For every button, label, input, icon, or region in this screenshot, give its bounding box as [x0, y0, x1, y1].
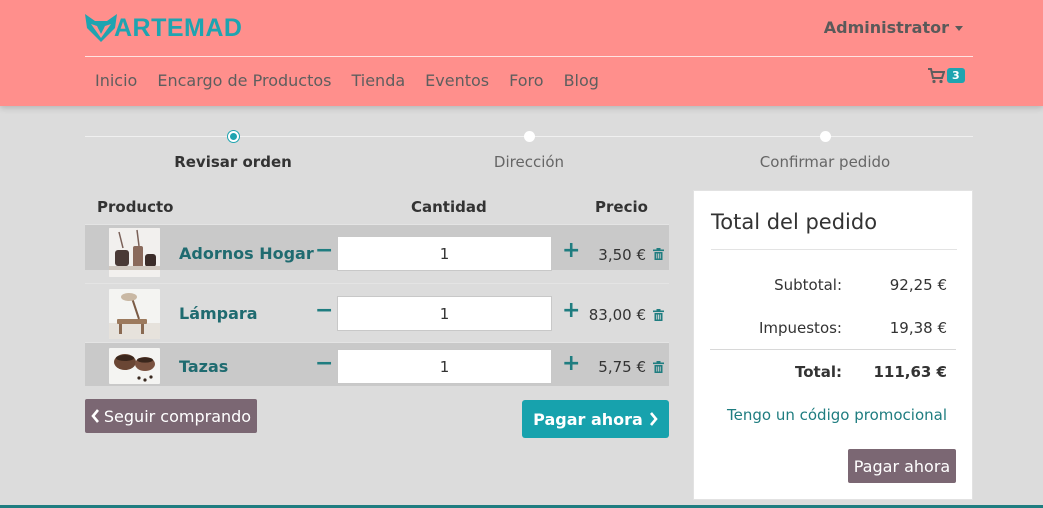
- quantity-input[interactable]: [337, 236, 552, 271]
- summary-pay-now-button[interactable]: Pagar ahora: [848, 449, 956, 483]
- product-thumbnail[interactable]: [109, 228, 160, 277]
- site-header: ARTEMAD Administrator Inicio Encargo de …: [0, 0, 1043, 106]
- product-price: 3,50 €: [598, 246, 646, 264]
- fox-logo-icon: [85, 14, 117, 42]
- continue-shopping-button[interactable]: Seguir comprando: [85, 399, 257, 433]
- chevron-left-icon: [91, 409, 99, 423]
- column-header-quantity: Cantidad: [411, 198, 487, 216]
- trash-icon[interactable]: [653, 361, 664, 373]
- nav-item-eventos[interactable]: Eventos: [415, 71, 499, 90]
- nav-item-tienda[interactable]: Tienda: [341, 71, 415, 90]
- step-dot-address: [524, 131, 535, 142]
- column-header-product: Producto: [97, 198, 174, 216]
- product-thumbnail[interactable]: [109, 348, 160, 384]
- increase-quantity-icon[interactable]: +: [562, 353, 580, 375]
- step-dot-confirm: [820, 131, 831, 142]
- trash-icon[interactable]: [653, 309, 664, 321]
- user-menu[interactable]: Administrator: [824, 18, 963, 37]
- user-name: Administrator: [823, 18, 949, 37]
- chevron-right-icon: [649, 412, 658, 426]
- cart-count-badge: 3: [947, 68, 965, 83]
- product-name-link[interactable]: Adornos Hogar: [179, 244, 314, 263]
- total-value: 111,63 €: [873, 363, 947, 381]
- decrease-quantity-icon[interactable]: −: [315, 240, 333, 262]
- nav-item-inicio[interactable]: Inicio: [85, 71, 147, 90]
- caret-down-icon: [955, 26, 963, 31]
- pay-now-button[interactable]: Pagar ahora: [522, 400, 669, 438]
- step-label-review: Revisar orden: [174, 153, 292, 171]
- summary-divider: [711, 249, 957, 250]
- quantity-input[interactable]: [337, 349, 552, 384]
- nav-item-blog[interactable]: Blog: [554, 71, 609, 90]
- table-row: Tazas − + 5,75 €: [85, 342, 669, 386]
- trash-icon[interactable]: [653, 248, 664, 260]
- order-summary-card: Total del pedido Subtotal: 92,25 € Impue…: [693, 190, 973, 500]
- step-label-address: Dirección: [493, 153, 565, 171]
- table-row: Adornos Hogar − + 3,50 €: [85, 224, 669, 277]
- product-price: 83,00 €: [588, 306, 646, 324]
- nav-item-foro[interactable]: Foro: [499, 71, 553, 90]
- decrease-quantity-icon[interactable]: −: [315, 353, 333, 375]
- product-price: 5,75 €: [598, 358, 646, 376]
- product-thumbnail[interactable]: [109, 289, 160, 339]
- pay-now-label: Pagar ahora: [533, 409, 643, 429]
- column-header-price: Precio: [595, 198, 648, 216]
- main-nav: Inicio Encargo de Productos Tienda Event…: [85, 71, 609, 90]
- subtotal-value: 92,25 €: [889, 276, 947, 294]
- subtotal-label: Subtotal:: [774, 276, 842, 294]
- tax-label: Impuestos:: [758, 319, 842, 337]
- increase-quantity-icon[interactable]: +: [562, 300, 580, 322]
- product-name-link[interactable]: Lámpara: [179, 304, 258, 323]
- increase-quantity-icon[interactable]: +: [562, 240, 580, 262]
- brand-name: ARTEMAD: [114, 13, 243, 42]
- total-label: Total:: [795, 363, 842, 381]
- decrease-quantity-icon[interactable]: −: [315, 300, 333, 322]
- step-label-confirm: Confirmar pedido: [759, 153, 891, 171]
- tax-value: 19,38 €: [889, 319, 947, 337]
- cart-button[interactable]: 3: [928, 68, 965, 88]
- product-name-link[interactable]: Tazas: [179, 357, 228, 376]
- nav-item-encargo[interactable]: Encargo de Productos: [147, 71, 341, 90]
- step-dot-review: [228, 131, 239, 142]
- summary-divider: [710, 349, 956, 350]
- promo-code-link[interactable]: Tengo un código promocional: [727, 406, 947, 424]
- cart-icon: [928, 68, 946, 84]
- header-divider: [85, 56, 973, 57]
- continue-shopping-label: Seguir comprando: [103, 406, 252, 426]
- table-row: Lámpara − + 83,00 €: [85, 283, 669, 342]
- order-summary-title: Total del pedido: [711, 210, 878, 234]
- quantity-input[interactable]: [337, 296, 552, 331]
- brand-logo[interactable]: ARTEMAD: [85, 12, 243, 44]
